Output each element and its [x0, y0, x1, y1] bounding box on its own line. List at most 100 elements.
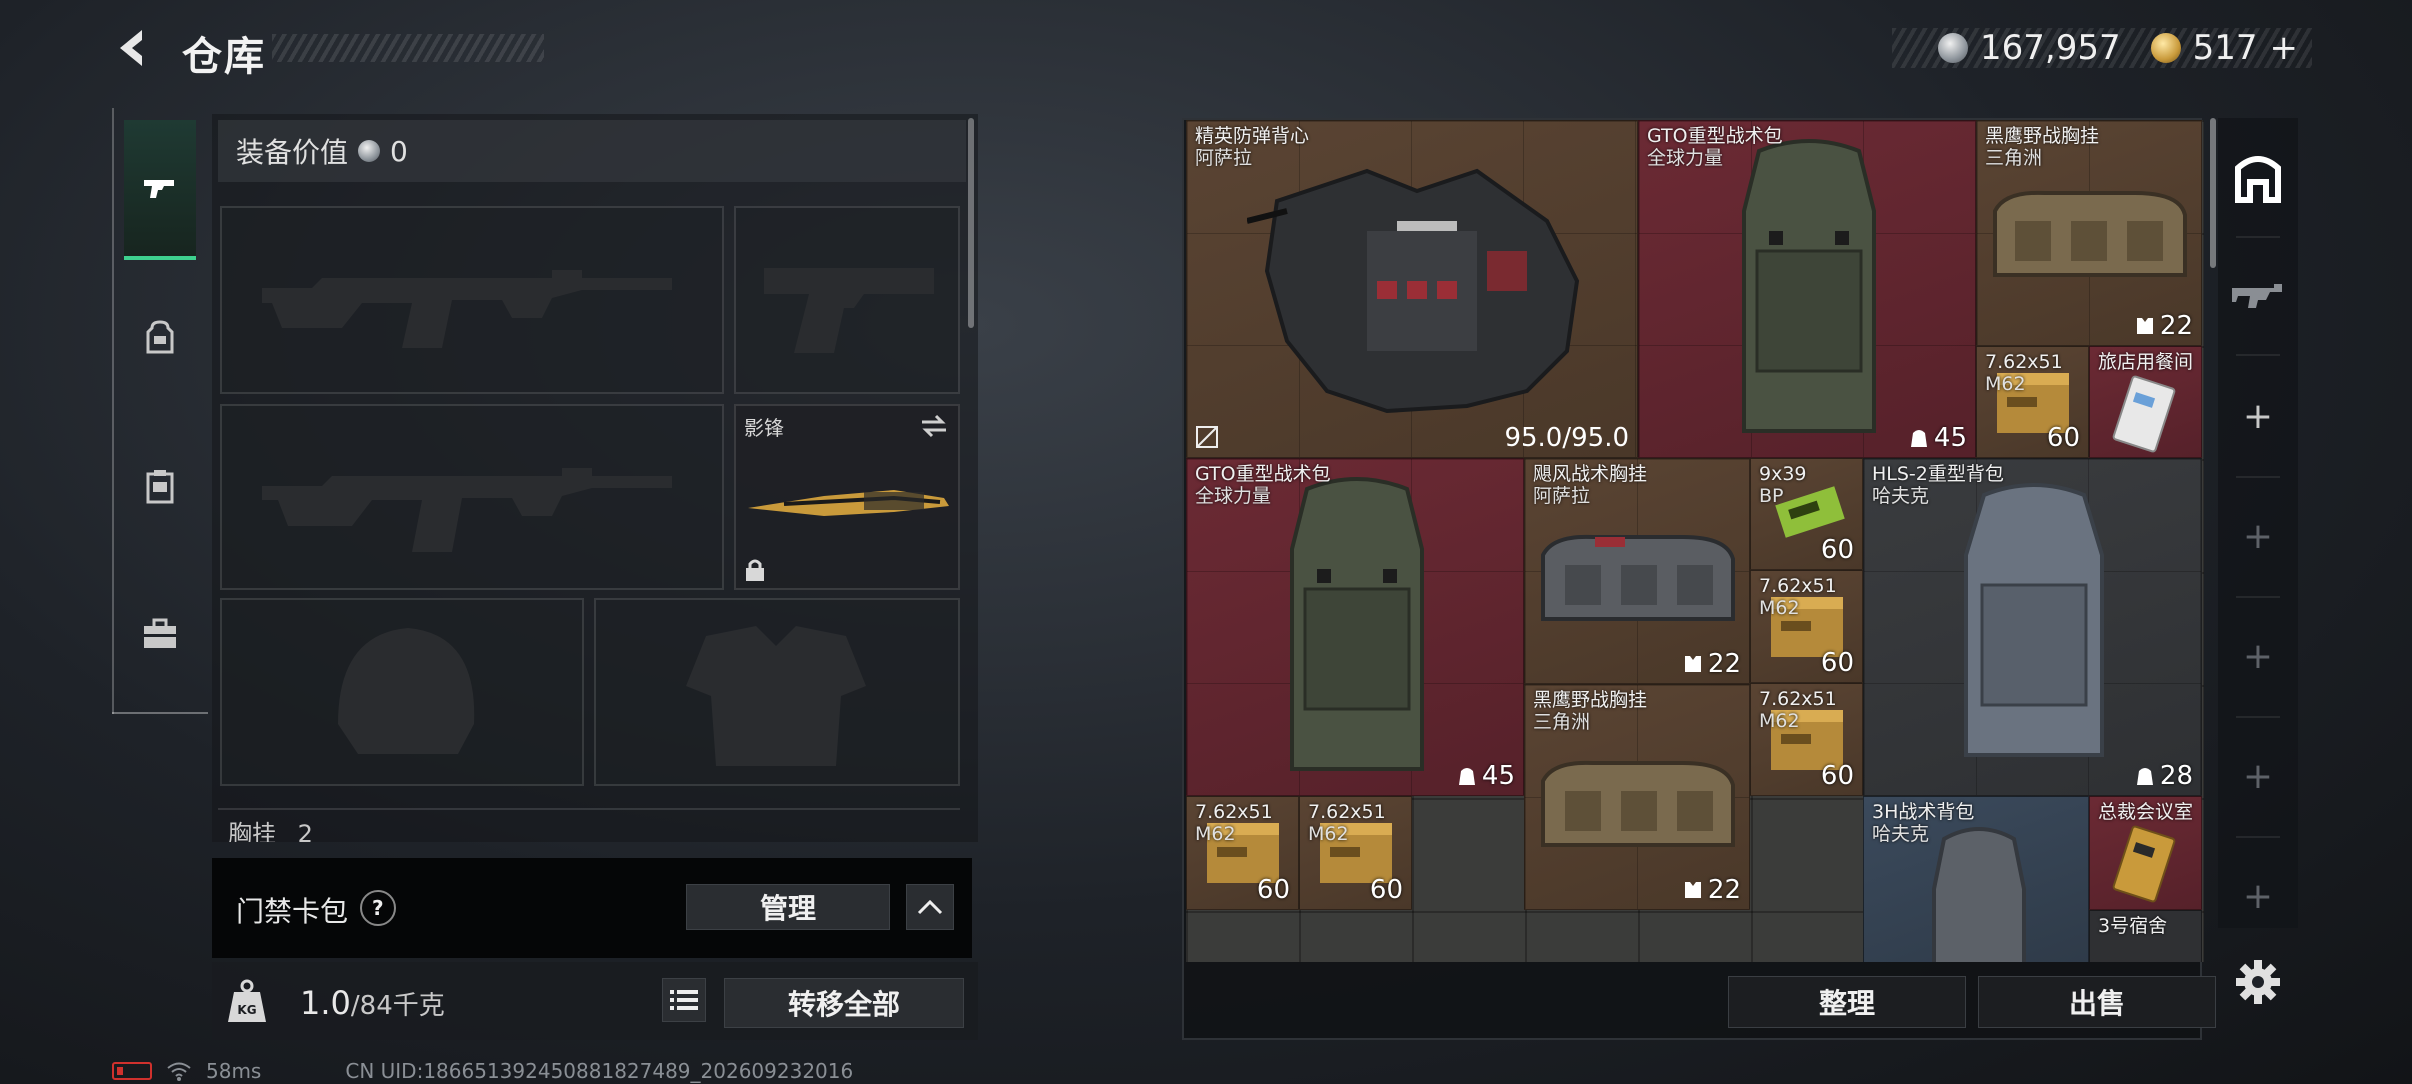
equipment-value-label: 装备价值	[236, 136, 349, 169]
back-arrow-icon[interactable]	[112, 26, 156, 70]
item-name: 黑鹰野战胸挂	[1533, 689, 1648, 711]
stash-item[interactable]: HLS-2重型背包 哈夫克 28	[1863, 458, 2202, 796]
heavy-backpack-icon	[1742, 139, 1876, 433]
stash-item[interactable]: 7.62x51 M62 60	[1750, 570, 1863, 683]
silver-balance: 167,957	[1979, 28, 2121, 68]
carry-weight-max: /84千克	[350, 991, 445, 1021]
silver-coin-icon	[358, 140, 381, 162]
item-name: 3H战术背包	[1872, 801, 1975, 823]
item-origin: 全球力量	[1195, 485, 1272, 507]
chest-rig-row[interactable]: 胸挂 2	[218, 808, 960, 842]
rail-tab-gear[interactable]	[124, 268, 196, 408]
rail-tab-case[interactable]	[124, 564, 196, 704]
tab-separator	[2236, 354, 2280, 356]
keycard-label: 门禁卡包	[236, 895, 349, 928]
rifle-silhouette-icon	[262, 270, 672, 348]
stash-item[interactable]: 精英防弹背心 阿萨拉 95.0/95.0	[1186, 120, 1638, 458]
chevron-up-icon	[917, 899, 943, 915]
primary-weapon-slot[interactable]	[220, 206, 724, 394]
ping-value: 58ms	[206, 1059, 262, 1083]
stash-tab-weapons[interactable]	[2226, 244, 2290, 344]
no-repair-icon	[1196, 426, 1218, 448]
item-name: HLS-2重型背包	[1872, 463, 2004, 485]
item-capacity-value: 22	[1707, 649, 1741, 679]
item-capacity: 28	[2134, 761, 2193, 791]
swap-icon[interactable]	[920, 414, 948, 438]
list-view-button[interactable]	[662, 978, 706, 1022]
keycard-icon	[2112, 375, 2176, 453]
item-origin: 阿萨拉	[1533, 485, 1591, 507]
equipment-value-row: 装备价值 0	[218, 120, 966, 182]
item-capacity: 45	[1908, 423, 1967, 453]
pistol-slot[interactable]	[734, 206, 960, 394]
svg-text:KG: KG	[237, 1003, 256, 1017]
add-tab-button[interactable]: +	[2226, 726, 2290, 826]
tab-separator	[2236, 836, 2280, 838]
item-capacity: 22	[1682, 875, 1741, 905]
add-gold-button[interactable]: +	[2270, 28, 2299, 68]
item-capacity: 22	[2134, 311, 2193, 341]
stash-item[interactable]: GTO重型战术包 全球力量 45	[1638, 120, 1976, 458]
stash-home-icon	[2235, 156, 2281, 203]
gold-balance: 517	[2192, 28, 2258, 68]
item-quantity: 60	[1820, 761, 1854, 791]
stash-item[interactable]: 7.62x51 M62 60	[1299, 796, 1412, 910]
stash-item[interactable]: 飓风战术胸挂 阿萨拉 22	[1524, 458, 1750, 684]
helmet-silhouette-icon	[338, 628, 475, 754]
melee-slot[interactable]: 影锋	[734, 404, 960, 590]
add-tab-button[interactable]: +	[2226, 846, 2290, 946]
stash-item[interactable]: 7.62x51 M62 60	[1976, 346, 2089, 458]
backpack-small-icon	[1910, 430, 1927, 447]
item-name: 7.62x51	[1759, 688, 1837, 710]
carry-weight-value: 1.0	[300, 984, 351, 1022]
item-capacity: 45	[1456, 761, 1515, 791]
helmet-slot[interactable]	[220, 598, 584, 786]
silver-coin-icon	[1937, 33, 1968, 63]
secondary-weapon-slot[interactable]	[220, 404, 724, 590]
rail-tab-weapons[interactable]	[124, 120, 196, 260]
stash-tab-main[interactable]	[2226, 128, 2290, 228]
gear-icon[interactable]	[2234, 958, 2282, 1006]
collapse-button[interactable]	[906, 884, 954, 930]
manage-button[interactable]: 管理	[686, 884, 890, 930]
stash-item[interactable]: 9x39 BP 60	[1750, 458, 1863, 570]
backpack-icon	[146, 320, 174, 354]
transfer-all-button[interactable]: 转移全部	[724, 978, 964, 1028]
stash-item[interactable]: 7.62x51 M62 60	[1186, 796, 1299, 910]
stash-item[interactable]: 黑鹰野战胸挂 三角洲 22	[1524, 684, 1750, 910]
sell-button[interactable]: 出售	[1978, 976, 2216, 1028]
add-tab-button[interactable]: +	[2226, 486, 2290, 586]
vest-small-icon	[1684, 882, 1701, 898]
chest-rig-icon	[1541, 760, 1735, 847]
armor-slot[interactable]	[594, 598, 960, 786]
stash-scrollbar[interactable]	[2210, 118, 2216, 268]
lock-icon	[746, 559, 764, 581]
help-icon-glyph: ?	[372, 895, 384, 920]
gold-coin-icon	[2150, 33, 2181, 63]
item-origin: 哈夫克	[1872, 823, 1930, 845]
carry-weight: 1.0/84千克	[300, 984, 445, 1022]
stash-item[interactable]: 3号宿舍	[2089, 910, 2202, 962]
backpack-small-icon	[1458, 768, 1475, 785]
item-name: GTO重型战术包	[1195, 463, 1331, 485]
rail-tab-storage[interactable]	[124, 416, 196, 556]
vest-small-icon	[1684, 656, 1701, 672]
stash-item[interactable]: 总裁会议室	[2089, 796, 2202, 910]
stash-item[interactable]: 3H战术背包 哈夫克	[1863, 796, 2089, 962]
add-tab-button[interactable]: +	[2226, 606, 2290, 706]
stash-item[interactable]: 7.62x51 M62 60	[1750, 683, 1863, 796]
item-capacity-value: 22	[1707, 875, 1741, 905]
ammo-box-icon	[1775, 486, 1845, 538]
sort-button[interactable]: 整理	[1728, 976, 1966, 1028]
item-capacity: 22	[1682, 649, 1741, 679]
item-origin: M62	[1759, 597, 1800, 619]
knife-icon	[748, 490, 949, 516]
item-name: 7.62x51	[1985, 351, 2063, 373]
stash-item[interactable]: 旅店用餐间	[2089, 346, 2202, 458]
stash-item[interactable]: 黑鹰野战胸挂 三角洲 22	[1976, 120, 2202, 346]
stash-item[interactable]: GTO重型战术包 全球力量 45	[1186, 458, 1524, 796]
item-origin: M62	[1985, 373, 2026, 395]
loadout-scrollbar[interactable]	[968, 118, 974, 328]
status-strip: 58ms CN UID:18665139245088182748​9_20260…	[112, 1058, 853, 1084]
add-tab-button[interactable]: +	[2226, 366, 2290, 466]
